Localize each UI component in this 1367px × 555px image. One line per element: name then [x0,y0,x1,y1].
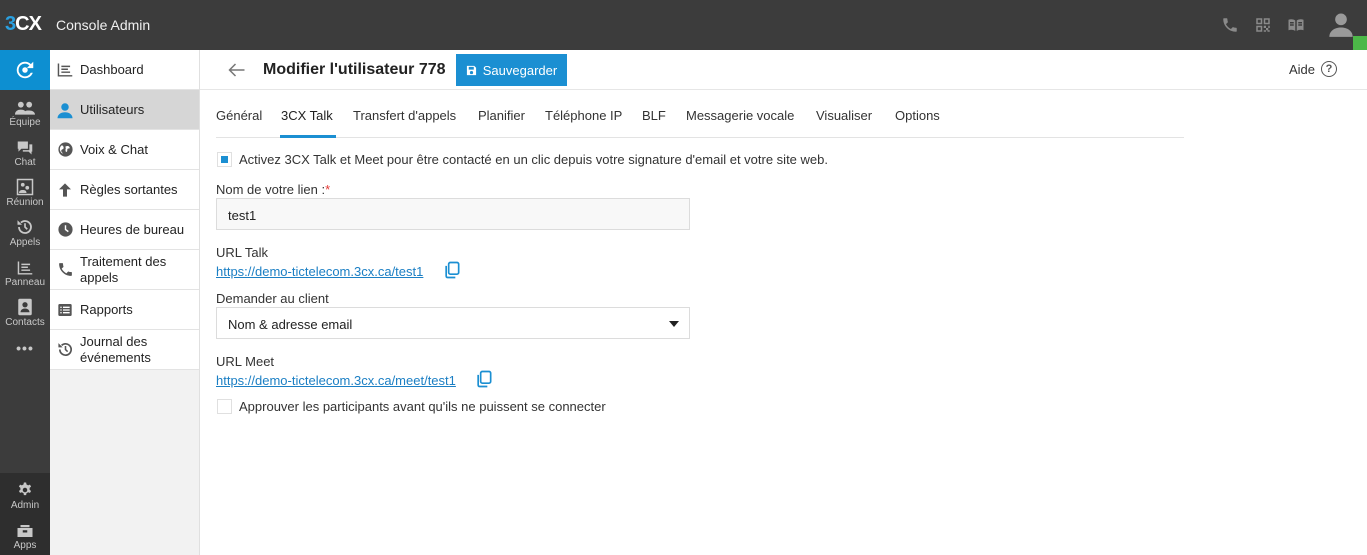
globe-icon [50,141,80,158]
rail-item-apps[interactable]: Apps [0,517,50,555]
sidebar-item-rapports[interactable]: Rapports [50,290,199,330]
sidebar-item-heures-bureau[interactable]: Heures de bureau [50,210,199,250]
panel-icon [0,254,50,276]
arrow-up-icon [50,182,80,198]
rail-item-equipe[interactable]: Équipe [0,94,50,134]
tab-options[interactable]: Options [895,108,940,138]
tab-bar: Général 3CX Talk Transfert d'appels Plan… [216,100,1184,138]
team-icon [0,94,50,116]
sidebar-item-utilisateurs[interactable]: Utilisateurs [50,90,199,130]
url-meet-label: URL Meet [216,354,275,369]
presence-status-badge [1353,36,1367,50]
ask-client-select[interactable]: Nom & adresse email [216,307,690,339]
approve-participants-checkbox[interactable] [217,399,232,414]
required-marker: * [325,182,331,197]
admin-sidebar: Dashboard Utilisateurs Voix & Chat Règle… [50,50,200,555]
more-icon[interactable]: ••• [0,340,50,380]
tab-telephone-ip[interactable]: Téléphone IP [545,108,622,138]
ask-client-label: Demander au client [216,291,329,306]
rail-item-panneau[interactable]: Panneau [0,254,50,294]
chevron-down-icon [669,321,679,327]
chart-icon [50,62,80,78]
user-avatar-icon[interactable] [1327,10,1355,38]
help-icon: ? [1321,61,1337,77]
top-bar: 3CX Console Admin [0,0,1367,50]
app-title: Console Admin [56,17,151,33]
tab-general[interactable]: Général [216,108,262,138]
rail-item-admin[interactable]: Admin [0,477,50,517]
save-icon [466,65,476,75]
tab-visualiser[interactable]: Visualiser [816,108,872,138]
tab-transfert-appels[interactable]: Transfert d'appels [353,108,456,138]
meeting-icon [0,174,50,196]
qr-code-icon[interactable] [1252,14,1274,36]
home-button[interactable] [0,50,50,90]
back-arrow-icon[interactable] [228,61,246,84]
page-header: Modifier l'utilisateur 778 Sauvegarder A… [200,50,1367,90]
help-link[interactable]: Aide ? [1289,61,1337,77]
enable-talk-label: Activez 3CX Talk et Meet pour être conta… [239,152,828,167]
tab-3cx-talk[interactable]: 3CX Talk [281,108,333,138]
link-name-label: Nom de votre lien :* [216,182,331,197]
rail-bottom: Admin Apps [0,473,50,555]
user-icon [50,101,80,119]
history-icon [0,214,50,236]
sidebar-item-dashboard[interactable]: Dashboard [50,50,199,90]
sidebar-item-regles-sortantes[interactable]: Règles sortantes [50,170,199,210]
list-icon [50,302,80,318]
contacts-icon [0,294,50,316]
rail-item-chat[interactable]: Chat [0,134,50,174]
phone-icon[interactable] [1219,14,1241,36]
gear-icon [0,477,50,499]
book-icon[interactable] [1285,14,1307,36]
rail-item-contacts[interactable]: Contacts [0,294,50,334]
sidebar-item-journal-evenements[interactable]: Journal des événements [50,330,199,370]
sidebar-item-voix-chat[interactable]: Voix & Chat [50,130,199,170]
app-rail: Équipe Chat Réunion Appels Panneau Conta… [0,50,50,555]
url-talk-label: URL Talk [216,245,269,260]
tab-planifier[interactable]: Planifier [478,108,525,138]
sidebar-item-traitement-appels[interactable]: Traitement des appels [50,250,199,290]
apps-icon [0,517,50,539]
enable-talk-checkbox[interactable] [217,152,232,167]
copy-icon[interactable] [474,369,494,389]
tab-blf[interactable]: BLF [642,108,666,138]
clock-icon [50,221,80,238]
approve-participants-label: Approuver les participants avant qu'ils … [239,399,606,414]
copy-icon[interactable] [442,260,462,280]
refresh-logo-icon [16,61,34,79]
url-talk-link[interactable]: https://demo-tictelecom.3cx.ca/test1 [216,264,423,279]
page-title: Modifier l'utilisateur 778 [263,61,446,78]
tab-messagerie-vocale[interactable]: Messagerie vocale [686,108,794,138]
phone-icon [50,261,80,278]
rail-item-reunion[interactable]: Réunion [0,174,50,214]
chat-icon [0,134,50,156]
link-name-input[interactable]: test1 [216,198,690,230]
history-icon [50,341,80,358]
rail-item-appels[interactable]: Appels [0,214,50,254]
app-logo[interactable]: 3CX [5,13,42,36]
active-tab-indicator [280,135,336,138]
url-meet-link[interactable]: https://demo-tictelecom.3cx.ca/meet/test… [216,373,456,388]
save-button[interactable]: Sauvegarder [456,54,567,86]
